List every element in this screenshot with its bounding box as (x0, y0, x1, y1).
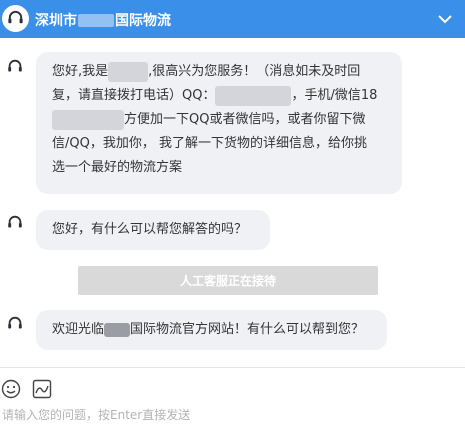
redacted-block (108, 61, 149, 82)
chat-title-suffix: 国际物流 (115, 13, 171, 29)
message-text: 方便加一下QQ或者微信吗，或者你留下微 (124, 112, 366, 127)
message-text: 您好,我是 (52, 64, 109, 79)
message-text: 您好，有什么可以帮您解答的吗？ (52, 222, 248, 237)
chat-title-prefix: 深圳市 (35, 13, 77, 29)
message-input[interactable] (0, 404, 465, 426)
headset-icon (8, 215, 22, 228)
divider (0, 367, 465, 368)
message-text: 信/QQ，我加你， 我了解一下货物的详细信息，给你挑 (52, 136, 367, 151)
chat-header: 深圳市 国际物流 (0, 0, 465, 38)
emoji-icon[interactable] (1, 379, 21, 399)
headset-icon (8, 59, 22, 72)
message-bubble: 您好，有什么可以帮您解答的吗？ (36, 210, 270, 250)
redacted-block (78, 13, 114, 27)
chevron-down-icon[interactable] (437, 12, 453, 26)
headset-icon (8, 316, 22, 329)
message-text: 国际物流官方网站！有什么可以帮到您？ (130, 322, 365, 337)
service-status-bar: 人工客服正在接待 (78, 266, 378, 295)
message-bubble: 您好,我是 ,很高兴为您服务！（消息如未及时回 复，请直接拨打电话）QQ： ，手机/… (36, 52, 402, 194)
chat-messages: 您好,我是 ,很高兴为您服务！（消息如未及时回 复，请直接拨打电话）QQ： ，手机/… (0, 38, 465, 368)
chat-title: 深圳市 国际物流 (35, 10, 171, 30)
service-status-text: 人工客服正在接待 (179, 274, 276, 288)
message-bubble: 欢迎光临 国际物流官方网站！有什么可以帮到您？ (36, 310, 387, 350)
image-icon[interactable] (32, 379, 52, 399)
headset-icon (2, 5, 29, 32)
redacted-block (52, 109, 124, 130)
message-text: 欢迎光临 (52, 322, 105, 337)
message-text: 复，请直接拨打电话）QQ： (52, 88, 216, 103)
message-text: 选一个最好的物流方案 (52, 160, 183, 175)
redacted-block (104, 322, 131, 337)
message-text: ,很高兴为您服务！（消息如未及时回 (148, 64, 361, 79)
redacted-block (215, 85, 292, 106)
message-text: ，手机/微信18 (291, 88, 378, 103)
